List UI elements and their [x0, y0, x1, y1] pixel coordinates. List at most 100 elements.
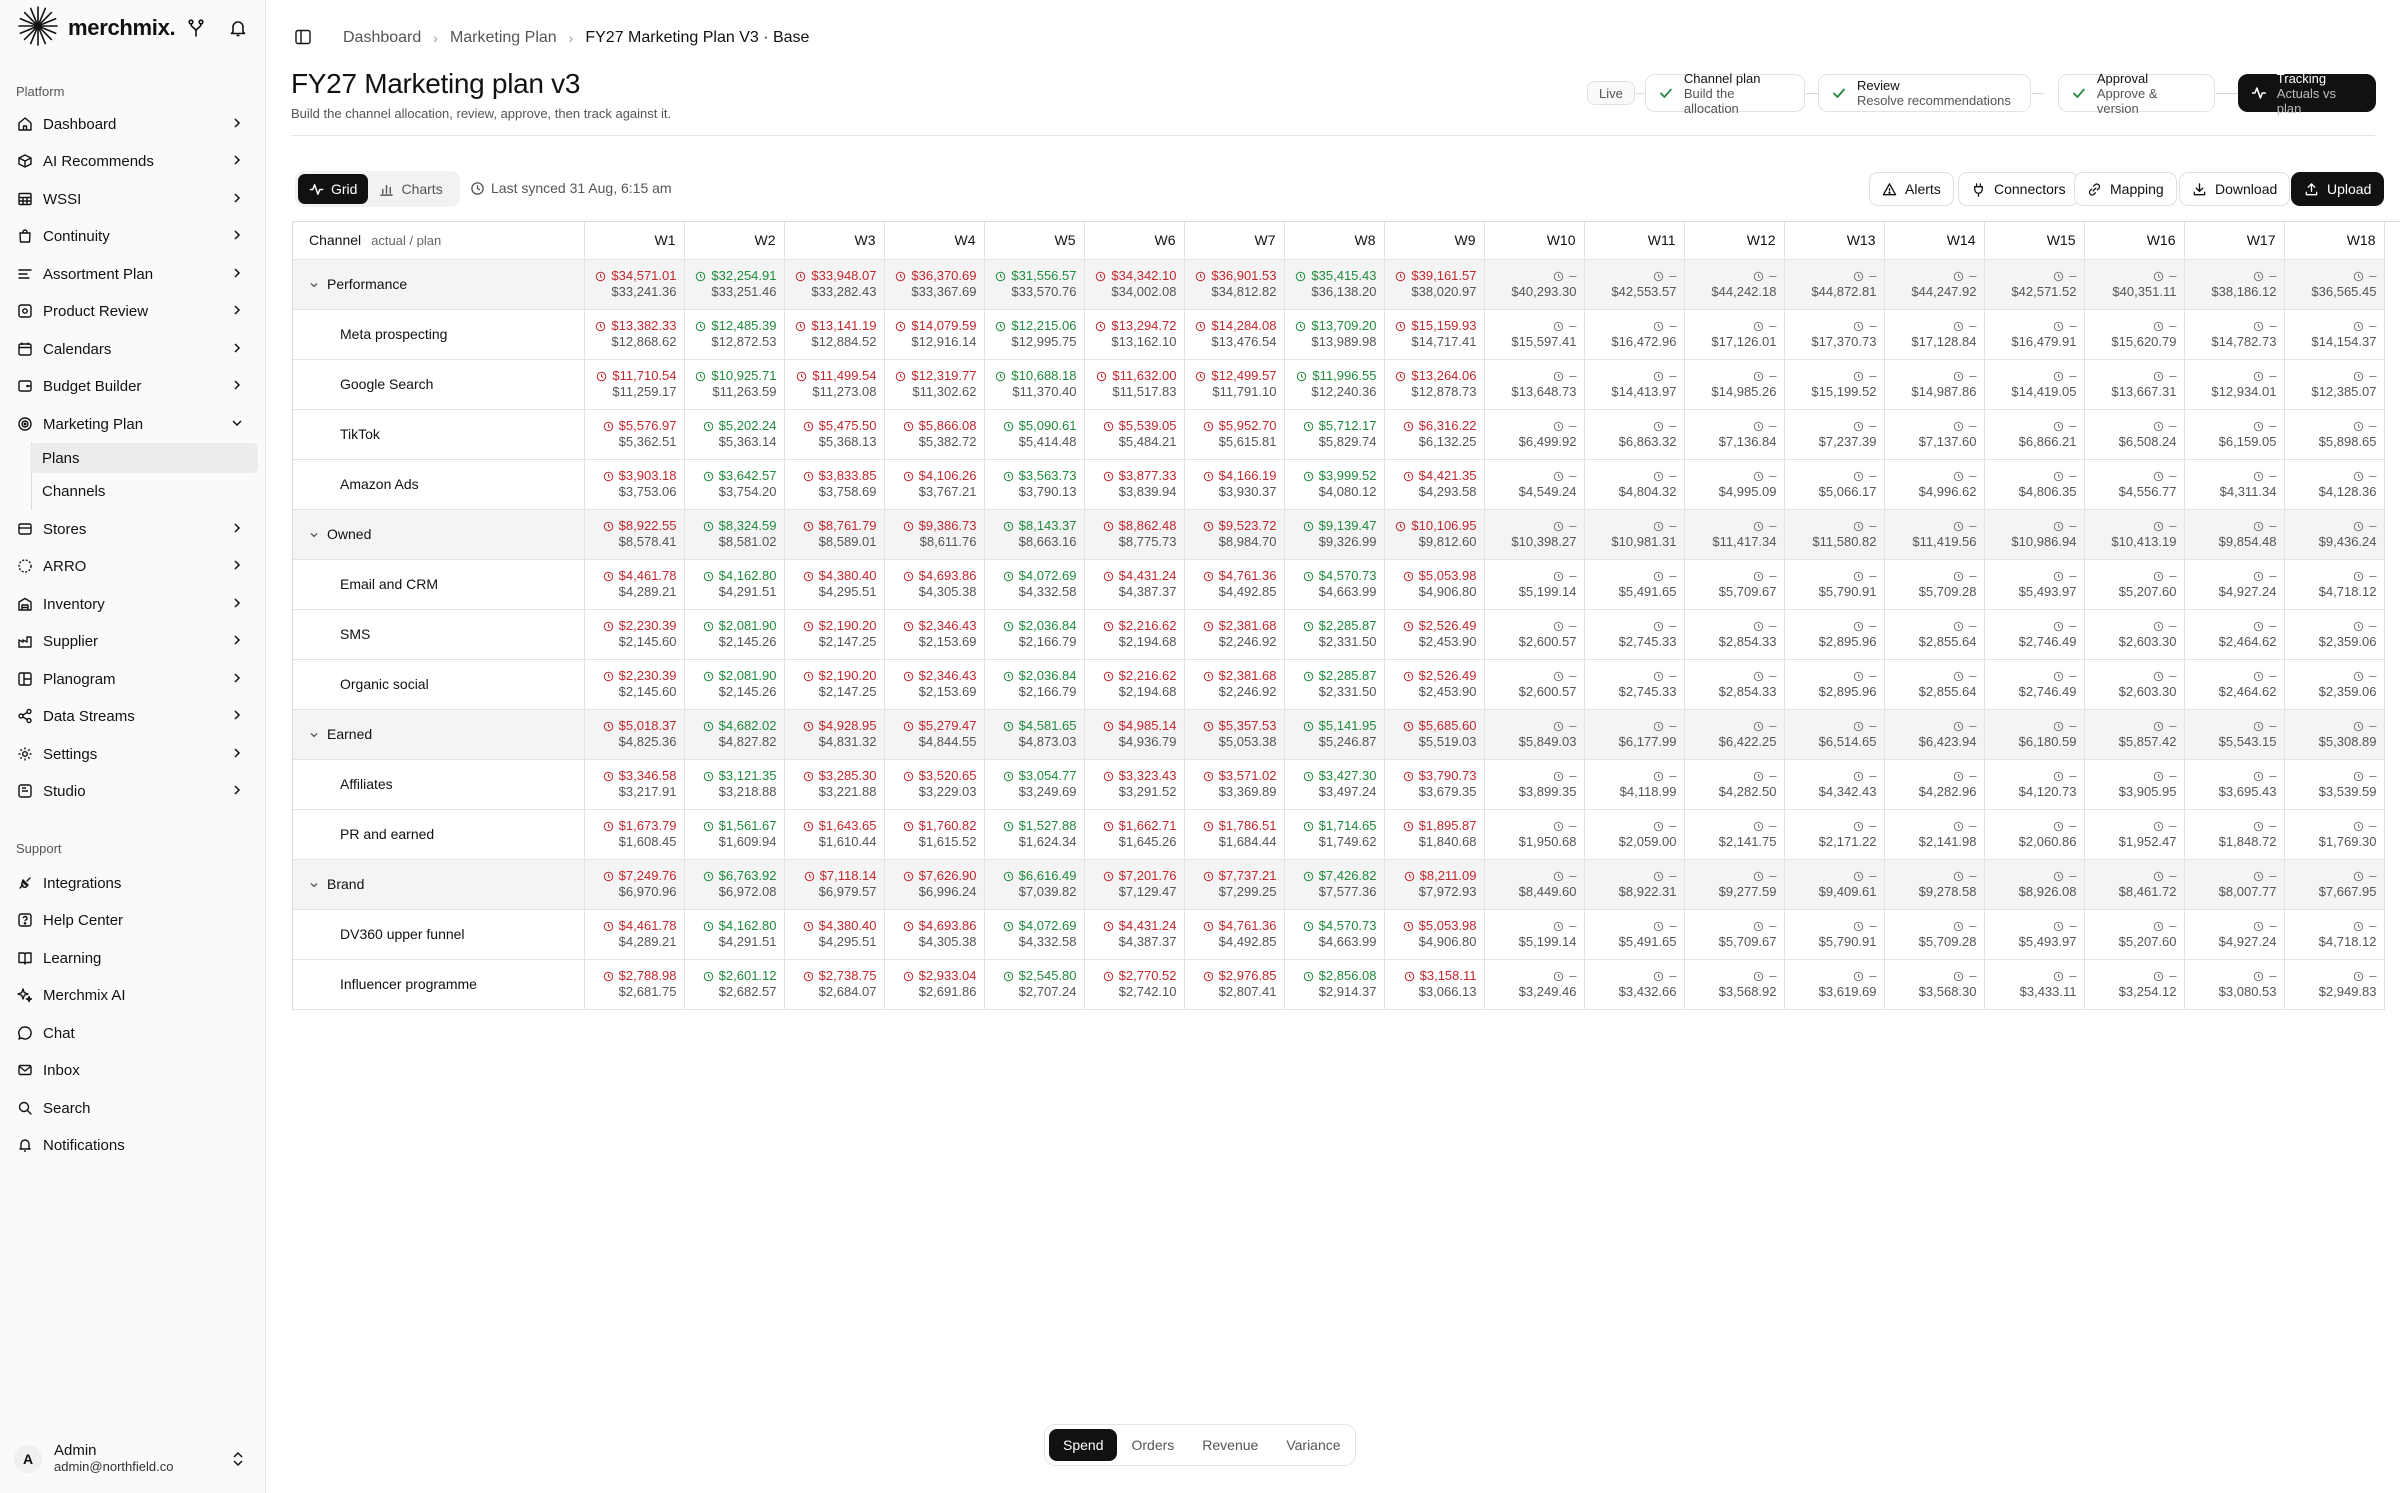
upload-button[interactable]: Upload	[2291, 172, 2385, 206]
value-cell[interactable]: – $4,995.09	[1684, 459, 1785, 510]
value-cell[interactable]: – $44,247.92	[1884, 259, 1985, 310]
value-cell[interactable]: $2,036.84 $2,166.79	[984, 659, 1085, 710]
value-cell[interactable]: $12,485.39 $12,872.53	[684, 309, 785, 360]
value-cell[interactable]: – $5,790.91	[1784, 559, 1885, 610]
value-cell[interactable]: – $14,987.86	[1884, 359, 1985, 410]
value-cell[interactable]: – $3,695.43	[2184, 759, 2285, 810]
group-label-cell[interactable]: Brand	[293, 859, 585, 910]
value-cell[interactable]: – $5,898.65	[2284, 409, 2385, 460]
value-cell[interactable]: – $6,508.24	[2084, 409, 2185, 460]
value-cell[interactable]: $3,427.30 $3,497.24	[1284, 759, 1385, 810]
value-cell[interactable]: – $40,351.11	[2084, 259, 2185, 310]
value-cell[interactable]: $11,996.55 $12,240.36	[1284, 359, 1385, 410]
value-cell[interactable]: – $3,568.92	[1684, 959, 1785, 1010]
value-cell[interactable]: – $3,080.53	[2184, 959, 2285, 1010]
sidebar-item-studio[interactable]: Studio	[12, 776, 252, 806]
value-cell[interactable]: – $15,199.52	[1784, 359, 1885, 410]
value-cell[interactable]: $5,866.08 $5,382.72	[884, 409, 985, 460]
value-cell[interactable]: – $44,242.18	[1684, 259, 1785, 310]
value-cell[interactable]: – $15,620.79	[2084, 309, 2185, 360]
value-cell[interactable]: – $6,866.21	[1984, 409, 2085, 460]
value-cell[interactable]: $4,421.35 $4,293.58	[1384, 459, 1485, 510]
value-cell[interactable]: $3,999.52 $4,080.12	[1284, 459, 1385, 510]
sidebar-subitem-plans[interactable]: Plans	[30, 443, 258, 473]
stage-review[interactable]: Review Resolve recommendations	[1818, 74, 2031, 112]
value-cell[interactable]: $4,570.73 $4,663.99	[1284, 559, 1385, 610]
sidebar-item-calendars[interactable]: Calendars	[12, 334, 252, 364]
value-cell[interactable]: – $5,709.67	[1684, 909, 1785, 960]
value-cell[interactable]: – $15,597.41	[1484, 309, 1585, 360]
metric-variance-button[interactable]: Variance	[1272, 1429, 1354, 1461]
value-cell[interactable]: – $3,619.69	[1784, 959, 1885, 1010]
value-cell[interactable]: $4,581.65 $4,873.03	[984, 709, 1085, 760]
value-cell[interactable]: $4,928.95 $4,831.32	[784, 709, 885, 760]
value-cell[interactable]: – $3,568.30	[1884, 959, 1985, 1010]
breadcrumb-item-dashboard[interactable]: Dashboard	[343, 29, 421, 47]
value-cell[interactable]: $2,081.90 $2,145.26	[684, 609, 785, 660]
sidebar-item-search[interactable]: Search	[12, 1093, 252, 1123]
value-cell[interactable]: $3,877.33 $3,839.94	[1084, 459, 1185, 510]
value-cell[interactable]: – $2,855.64	[1884, 609, 1985, 660]
value-cell[interactable]: – $6,514.65	[1784, 709, 1885, 760]
value-cell[interactable]: $5,475.50 $5,368.13	[784, 409, 885, 460]
value-cell[interactable]: $2,230.39 $2,145.60	[584, 609, 685, 660]
sidebar-item-notifications[interactable]: Notifications	[12, 1130, 252, 1160]
value-cell[interactable]: $2,346.43 $2,153.69	[884, 659, 985, 710]
value-cell[interactable]: – $2,746.49	[1984, 659, 2085, 710]
value-cell[interactable]: – $38,186.12	[2184, 259, 2285, 310]
value-cell[interactable]: – $5,709.28	[1884, 909, 1985, 960]
group-row[interactable]: Brand $7,249.76 $6,970.96 $6,763.92 $6,972.0…	[293, 859, 2385, 910]
value-cell[interactable]: $2,190.20 $2,147.25	[784, 659, 885, 710]
value-cell[interactable]: – $14,419.05	[1984, 359, 2085, 410]
metric-orders-button[interactable]: Orders	[1117, 1429, 1188, 1461]
value-cell[interactable]: $4,985.14 $4,936.79	[1084, 709, 1185, 760]
sidebar-item-wssi[interactable]: WSSI	[12, 184, 252, 214]
value-cell[interactable]: $6,763.92 $6,972.08	[684, 859, 785, 910]
value-cell[interactable]: $9,523.72 $8,984.70	[1184, 509, 1285, 560]
sidebar-item-data-streams[interactable]: Data Streams	[12, 701, 252, 731]
value-cell[interactable]: $3,520.65 $3,229.03	[884, 759, 985, 810]
value-cell[interactable]: $3,833.85 $3,758.69	[784, 459, 885, 510]
value-cell[interactable]: – $2,464.62	[2184, 609, 2285, 660]
bell-icon[interactable]	[228, 18, 248, 43]
value-cell[interactable]: $10,925.71 $11,263.59	[684, 359, 785, 410]
value-cell[interactable]: – $5,709.67	[1684, 559, 1785, 610]
chevron-down-icon[interactable]	[309, 280, 319, 290]
value-cell[interactable]: – $4,118.99	[1584, 759, 1685, 810]
value-cell[interactable]: – $2,464.62	[2184, 659, 2285, 710]
value-cell[interactable]: – $8,922.31	[1584, 859, 1685, 910]
value-cell[interactable]: – $9,854.48	[2184, 509, 2285, 560]
stage-channel-plan[interactable]: Channel plan Build the allocation	[1645, 71, 1805, 116]
table-row[interactable]: PR and earned $1,673.79 $1,608.45 $1,561.67…	[293, 809, 2385, 860]
value-cell[interactable]: $2,526.49 $2,453.90	[1384, 659, 1485, 710]
value-cell[interactable]: – $3,432.66	[1584, 959, 1685, 1010]
value-cell[interactable]: $13,382.33 $12,868.62	[584, 309, 685, 360]
value-cell[interactable]: $4,431.24 $4,387.37	[1084, 909, 1185, 960]
stage-tracking[interactable]: Tracking Actuals vs plan	[2238, 71, 2376, 116]
download-button[interactable]: Download	[2179, 172, 2291, 206]
value-cell[interactable]: – $40,293.30	[1484, 259, 1585, 310]
value-cell[interactable]: $7,249.76 $6,970.96	[584, 859, 685, 910]
value-cell[interactable]: $9,386.73 $8,611.76	[884, 509, 985, 560]
value-cell[interactable]: $33,948.07 $33,282.43	[784, 259, 885, 310]
value-cell[interactable]: – $2,895.96	[1784, 659, 1885, 710]
value-cell[interactable]: $3,790.73 $3,679.35	[1384, 759, 1485, 810]
connectors-button[interactable]: Connectors	[1958, 172, 2079, 206]
value-cell[interactable]: $8,211.09 $7,972.93	[1384, 859, 1485, 910]
value-cell[interactable]: $4,162.80 $4,291.51	[684, 559, 785, 610]
value-cell[interactable]: $1,786.51 $1,684.44	[1184, 809, 1285, 860]
value-cell[interactable]: – $7,137.60	[1884, 409, 1985, 460]
value-cell[interactable]: $32,254.91 $33,251.46	[684, 259, 785, 310]
breadcrumb-item-marketing-plan[interactable]: Marketing Plan	[450, 29, 557, 47]
table-row[interactable]: DV360 upper funnel $4,461.78 $4,289.21 $4,1…	[293, 909, 2385, 960]
value-cell[interactable]: $5,018.37 $4,825.36	[584, 709, 685, 760]
value-cell[interactable]: $3,285.30 $3,221.88	[784, 759, 885, 810]
value-cell[interactable]: – $11,417.34	[1684, 509, 1785, 560]
value-cell[interactable]: $7,201.76 $7,129.47	[1084, 859, 1185, 910]
value-cell[interactable]: $4,380.40 $4,295.51	[784, 559, 885, 610]
value-cell[interactable]: – $12,934.01	[2184, 359, 2285, 410]
value-cell[interactable]: – $4,927.24	[2184, 559, 2285, 610]
value-cell[interactable]: $1,673.79 $1,608.45	[584, 809, 685, 860]
table-row[interactable]: Google Search $11,710.54 $11,259.17 $10,925…	[293, 359, 2385, 410]
value-cell[interactable]: – $2,745.33	[1584, 659, 1685, 710]
